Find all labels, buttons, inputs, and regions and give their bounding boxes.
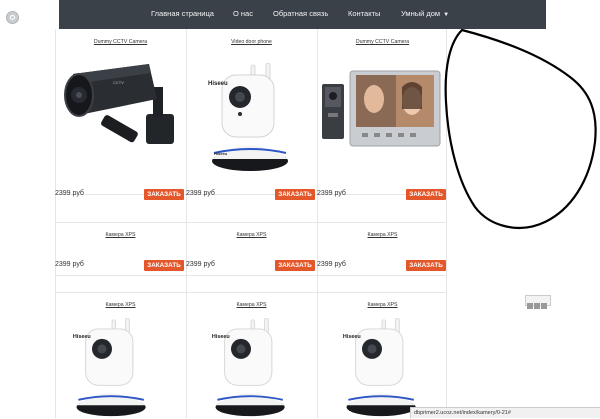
product-price: 2399 руб: [317, 261, 346, 268]
product-price: 2399 руб: [186, 261, 215, 268]
order-button[interactable]: ЗАКАЗАТЬ: [144, 260, 184, 271]
widget-icon[interactable]: [534, 303, 540, 309]
widget-icon[interactable]: [527, 303, 533, 309]
product-price: 2399 руб: [186, 190, 215, 197]
chevron-down-icon: ▼: [443, 12, 450, 18]
svg-text:Hiseeu: Hiseeu: [212, 334, 230, 340]
nav-item-about[interactable]: О нас: [233, 9, 253, 18]
product-price: 2399 руб: [55, 190, 84, 197]
nav-item-home[interactable]: Главная страница: [151, 9, 214, 18]
product-title-link[interactable]: Камера XPS: [55, 232, 186, 238]
product-card: Dummy CCTV Camera CCTV 2399 руб ЗАКАЗАТЬ: [55, 29, 186, 209]
svg-text:Hiseeu: Hiseeu: [214, 151, 228, 156]
order-button[interactable]: ЗАКАЗАТЬ: [144, 189, 184, 200]
order-button[interactable]: ЗАКАЗАТЬ: [406, 260, 446, 271]
product-card: Камера XPS Hiseeu: [317, 292, 448, 418]
nav-item-feedback[interactable]: Обратная связь: [273, 9, 328, 18]
video-intercom-icon[interactable]: [322, 69, 442, 154]
nav-item-smart-home[interactable]: Умный дом ▼: [401, 9, 449, 18]
product-title-link[interactable]: Камера XPS: [317, 232, 448, 238]
product-card: Камера XPS 2399 руб ЗАКАЗАТЬ: [186, 222, 317, 275]
svg-text:CCTV: CCTV: [113, 80, 124, 85]
svg-text:Hiseeu: Hiseeu: [73, 334, 91, 340]
ip-camera-icon[interactable]: Hiseeu: [69, 318, 155, 418]
status-bar-url: dbprimer2.ucoz.net/index/kamery/0-21#: [410, 407, 600, 418]
product-title-link[interactable]: Video door phone: [186, 39, 317, 45]
ip-camera-icon[interactable]: Hiseeu: [208, 318, 294, 418]
widget-icon[interactable]: [541, 303, 547, 309]
ip-camera-icon[interactable]: Hiseeu: [339, 318, 425, 418]
product-card: Камера XPS Hiseeu: [186, 292, 317, 418]
nav-item-contacts[interactable]: Контакты: [348, 9, 380, 18]
ip-camera-icon[interactable]: Hiseeu Hiseeu: [208, 63, 294, 173]
product-title-link[interactable]: Камера XPS: [186, 302, 317, 308]
product-card: Video door phone Hiseeu Hiseeu 2399 руб …: [186, 29, 317, 209]
svg-text:Hiseeu: Hiseeu: [208, 81, 228, 87]
product-card: Камера XPS 2399 руб ЗАКАЗАТЬ: [317, 222, 448, 275]
hand-drawn-annotation: [444, 28, 597, 229]
svg-text:Hiseeu: Hiseeu: [343, 334, 361, 340]
product-title-link[interactable]: Камера XPS: [317, 302, 448, 308]
product-price: 2399 руб: [317, 190, 346, 197]
product-grid: Dummy CCTV Camera CCTV 2399 руб ЗАКАЗАТЬ…: [55, 29, 447, 418]
product-title-link[interactable]: Камера XPS: [186, 232, 317, 238]
order-button[interactable]: ЗАКАЗАТЬ: [275, 260, 315, 271]
order-button[interactable]: ЗАКАЗАТЬ: [275, 189, 315, 200]
product-title-link[interactable]: Dummy CCTV Camera: [317, 39, 448, 45]
product-title-link[interactable]: Камера XPS: [55, 302, 186, 308]
product-title-link[interactable]: Dummy CCTV Camera: [55, 39, 186, 45]
site-logo-icon[interactable]: [6, 11, 19, 24]
product-price: 2399 руб: [55, 261, 84, 268]
bullet-camera-icon[interactable]: CCTV: [61, 59, 186, 159]
product-card: Dummy CCTV Camera 2399 руб ЗАКАЗАТЬ: [317, 29, 448, 209]
product-card: Камера XPS 2399 руб ЗАКАЗАТЬ: [55, 222, 186, 275]
grid-divider: [55, 275, 447, 276]
product-card: Камера XPS Hiseeu: [55, 292, 186, 418]
nav-item-smart-home-label: Умный дом: [401, 9, 441, 18]
toolbar-widget[interactable]: [525, 295, 551, 309]
